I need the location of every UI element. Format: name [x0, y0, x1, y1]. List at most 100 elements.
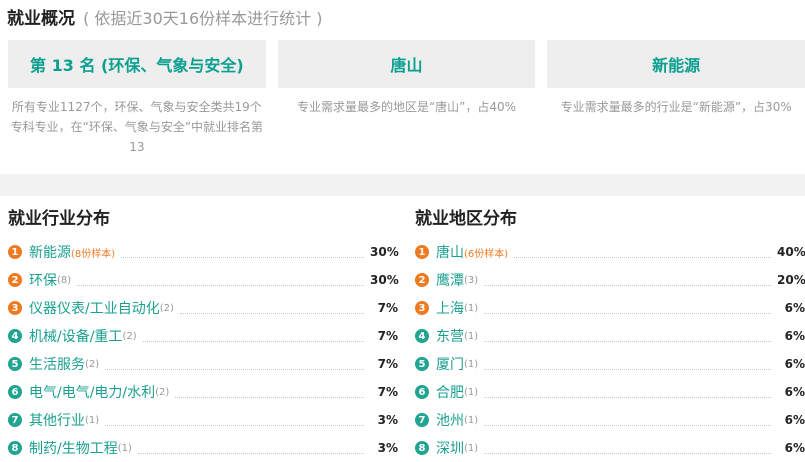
percentage: 6%: [784, 385, 805, 399]
percentage: 7%: [377, 301, 398, 315]
industry-distribution: 就业行业分布 1 新能源 (8份样本) 30% 2 环保 (8) 30% 3 仪器仪表/工业自动化…: [8, 206, 399, 462]
dotted-leader: [484, 331, 771, 342]
sample-count: (2): [155, 386, 170, 398]
stat-top-region-desc: 专业需求量最多的地区是“唐山”，占40%: [296, 100, 517, 114]
stat-top-industry: 新能源 专业需求量最多的行业是“新能源”，占30%: [547, 40, 805, 174]
region-row: 4 东营 (1) 6%: [415, 322, 805, 350]
rank-badge: 5: [8, 357, 22, 371]
sample-count: (2): [122, 330, 137, 342]
industry-row: 2 环保 (8) 30%: [8, 266, 399, 294]
stat-ranking: 第 13 名 (环保、气象与安全) 所有专业1127个，环保、气象与安全类共19…: [8, 40, 266, 174]
percentage: 7%: [377, 357, 398, 371]
industry-list: 1 新能源 (8份样本) 30% 2 环保 (8) 30% 3 仪器仪表/工业自动化 (2) 7% 4 机…: [8, 238, 399, 462]
stat-ranking-desc: 所有专业1127个，环保、气象与安全类共19个专科专业，在“环保、气象与安全”中…: [10, 100, 264, 154]
rank-badge: 2: [8, 273, 22, 287]
region-row: 1 唐山 (6份样本) 40%: [415, 238, 805, 266]
rank-badge: 4: [415, 329, 429, 343]
region-name-link[interactable]: 鹰潭: [436, 270, 464, 290]
dotted-leader: [179, 303, 364, 314]
rank-badge: 2: [415, 273, 429, 287]
percentage: 30%: [370, 273, 399, 287]
percentage: 6%: [784, 413, 805, 427]
region-name-link[interactable]: 池州: [436, 410, 464, 430]
sample-count: (8): [57, 274, 72, 286]
rank-badge: 7: [415, 413, 429, 427]
stat-top-region: 唐山 专业需求量最多的地区是“唐山”，占40%: [277, 40, 536, 174]
industry-name-link[interactable]: 仪器仪表/工业自动化: [29, 298, 160, 318]
overview-title: 就业概况: [7, 9, 75, 29]
sample-count: (2): [85, 358, 100, 370]
industry-row: 3 仪器仪表/工业自动化 (2) 7%: [8, 294, 398, 322]
region-distribution: 就业地区分布 1 唐山 (6份样本) 40% 2 鹰潭 (3) 20% 3 上海 (1) 6% 4 东营(…: [415, 206, 805, 462]
rank-badge: 5: [415, 357, 429, 371]
region-name-link[interactable]: 深圳: [436, 438, 464, 458]
industry-name-link[interactable]: 其他行业: [29, 410, 85, 430]
region-distribution-title: 就业地区分布: [415, 209, 517, 229]
percentage: 6%: [784, 329, 805, 343]
percentage: 6%: [784, 357, 805, 371]
rank-badge: 3: [415, 301, 429, 315]
rank-badge: 6: [415, 385, 429, 399]
dotted-leader: [105, 359, 364, 370]
overview-subtitle: ( 依据近30天16份样本进行统计 ): [83, 9, 323, 28]
sample-count: (1): [85, 414, 100, 426]
overview-header: 就业概况 ( 依据近30天16份样本进行统计 ): [0, 0, 805, 40]
region-row: 7 池州 (1) 6%: [415, 406, 805, 434]
dotted-leader: [484, 387, 771, 398]
industry-row: 7 其他行业 (1) 3%: [8, 406, 398, 434]
industry-row: 4 机械/设备/重工 (2) 7%: [8, 322, 398, 350]
dotted-leader: [484, 359, 771, 370]
percentage: 3%: [377, 441, 398, 455]
region-row: 3 上海 (1) 6%: [415, 294, 805, 322]
stat-top-region-value: 唐山: [277, 40, 536, 88]
region-name-link[interactable]: 唐山: [436, 242, 464, 262]
rank-badge: 1: [415, 245, 429, 259]
industry-name-link[interactable]: 环保: [29, 270, 57, 290]
rank-badge: 8: [8, 441, 22, 455]
percentage: 7%: [377, 329, 398, 343]
sample-count: (1): [464, 358, 479, 370]
dotted-leader: [484, 275, 771, 286]
section-divider: [0, 174, 805, 196]
distribution-section: 就业行业分布 1 新能源 (8份样本) 30% 2 环保 (8) 30% 3 仪器仪表/工业自动化…: [0, 196, 805, 462]
region-name-link[interactable]: 厦门: [436, 354, 464, 374]
stat-top-industry-value: 新能源: [547, 40, 805, 88]
percentage: 30%: [370, 245, 399, 259]
stats-row: 第 13 名 (环保、气象与安全) 所有专业1127个，环保、气象与安全类共19…: [0, 40, 805, 174]
sample-count: (1): [464, 302, 479, 314]
industry-name-link[interactable]: 电气/电气/电力/水利: [29, 382, 155, 402]
dotted-leader: [77, 275, 364, 286]
sample-count: (1): [117, 442, 132, 454]
rank-badge: 6: [8, 385, 22, 399]
percentage: 6%: [784, 441, 805, 455]
industry-row: 6 电气/电气/电力/水利 (2) 7%: [8, 378, 398, 406]
percentage: 7%: [377, 385, 398, 399]
industry-name-link[interactable]: 机械/设备/重工: [29, 326, 122, 346]
region-name-link[interactable]: 东营: [436, 326, 464, 346]
percentage: 40%: [777, 245, 805, 259]
sample-count: (3): [464, 274, 479, 286]
industry-name-link[interactable]: 生活服务: [29, 354, 85, 374]
sample-count: (2): [159, 302, 174, 314]
rank-badge: 3: [8, 301, 22, 315]
dotted-leader: [484, 303, 771, 314]
dotted-leader: [175, 387, 364, 398]
region-name-link[interactable]: 上海: [436, 298, 464, 318]
industry-name-link[interactable]: 制药/生物工程: [29, 438, 118, 458]
rank-badge: 7: [8, 413, 22, 427]
rank-badge: 8: [415, 441, 429, 455]
region-row: 2 鹰潭 (3) 20%: [415, 266, 805, 294]
dotted-leader: [484, 415, 771, 426]
sample-count: (1): [464, 330, 479, 342]
industry-name-link[interactable]: 新能源: [29, 242, 71, 262]
dotted-leader: [105, 415, 364, 426]
region-row: 6 合肥 (1) 6%: [415, 378, 805, 406]
sample-count: (1): [464, 386, 479, 398]
stat-ranking-value: 第 13 名 (环保、气象与安全): [8, 40, 266, 88]
industry-row: 5 生活服务 (2) 7%: [8, 350, 398, 378]
dotted-leader: [514, 247, 771, 258]
sample-count: (6份样本): [464, 248, 509, 260]
region-name-link[interactable]: 合肥: [436, 382, 464, 402]
sample-count: (1): [464, 414, 479, 426]
percentage: 3%: [377, 413, 398, 427]
